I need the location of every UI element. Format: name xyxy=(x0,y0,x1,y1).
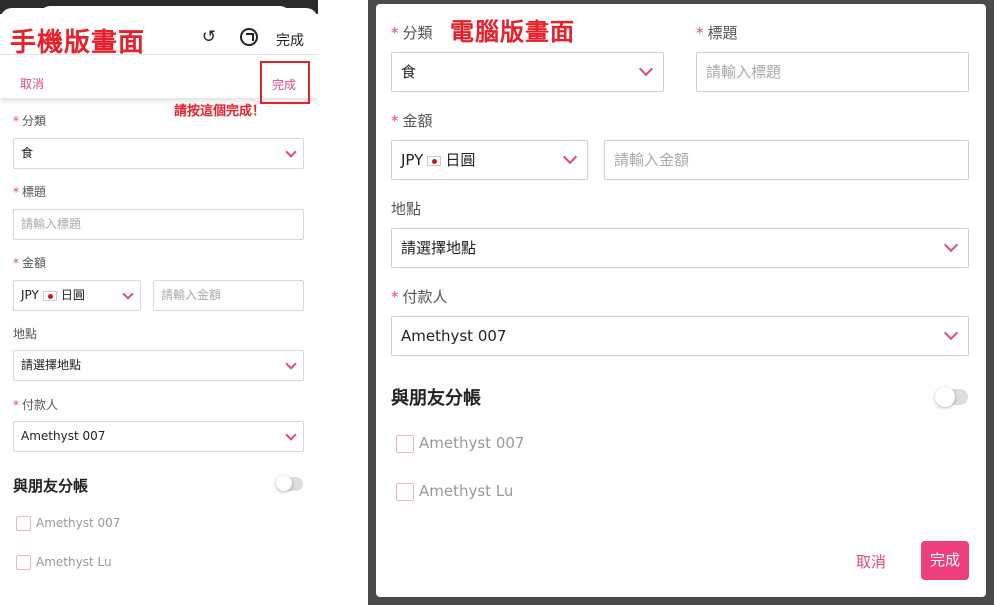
header-divider xyxy=(0,54,318,55)
payer-label: * 付款人 xyxy=(391,288,448,306)
chevron-down-icon xyxy=(122,288,134,300)
amount-label: * 金額 xyxy=(391,112,433,130)
payer-select[interactable]: Amethyst 007 xyxy=(391,316,969,356)
title-label: * 標題 xyxy=(13,185,47,199)
title-input[interactable]: 請輸入標題 xyxy=(13,209,304,240)
amount-input[interactable]: 請輸入金額 xyxy=(153,280,304,311)
chevron-down-icon xyxy=(562,149,578,165)
title-label: * 標題 xyxy=(696,24,738,42)
location-select[interactable]: 請選擇地點 xyxy=(391,228,969,268)
cancel-button[interactable]: 取消 xyxy=(856,551,886,572)
payer-select[interactable]: Amethyst 007 xyxy=(13,421,304,452)
payer-label: * 付款人 xyxy=(13,398,59,412)
title-input[interactable]: 請輸入標題 xyxy=(696,52,969,92)
compass-icon[interactable] xyxy=(240,28,258,46)
friend-checkbox[interactable] xyxy=(396,435,414,453)
amount-input[interactable]: 請輸入金額 xyxy=(604,140,969,180)
mobile-header: 手機版畫面 ↺ 完成 取消 完成 xyxy=(0,8,318,104)
japan-flag-icon xyxy=(42,290,57,301)
split-toggle[interactable] xyxy=(935,387,968,407)
separator-gap xyxy=(318,0,368,605)
chevron-down-icon xyxy=(285,358,297,370)
friend-checkbox[interactable] xyxy=(396,483,414,501)
done-highlight-box: 完成 xyxy=(260,61,310,104)
cancel-button[interactable]: 取消 xyxy=(20,75,44,92)
location-label: 地點 xyxy=(391,200,422,218)
chevron-down-icon xyxy=(285,429,297,441)
split-title: 與朋友分帳 xyxy=(13,477,89,495)
friend-label: Amethyst Lu xyxy=(36,555,112,569)
friend-checkbox[interactable] xyxy=(16,516,31,531)
top-done-button[interactable]: 完成 xyxy=(276,30,304,50)
chevron-down-icon xyxy=(943,237,959,253)
category-label: * 分類 xyxy=(13,114,47,128)
done-button[interactable]: 完成 xyxy=(272,76,296,93)
location-label: 地點 xyxy=(13,327,38,341)
currency-select[interactable]: JPY 日圓 xyxy=(13,280,141,311)
amount-label: * 金額 xyxy=(13,256,47,270)
chevron-down-icon xyxy=(285,146,297,158)
currency-select[interactable]: JPY 日圓 xyxy=(391,140,588,180)
japan-flag-icon xyxy=(427,155,442,166)
location-select[interactable]: 請選擇地點 xyxy=(13,350,304,381)
category-label: * 分類 xyxy=(391,24,433,42)
category-select[interactable]: 食 xyxy=(13,138,304,169)
friend-checkbox[interactable] xyxy=(16,555,31,570)
done-button[interactable]: 完成 xyxy=(921,541,969,580)
chevron-down-icon xyxy=(638,61,654,77)
friend-label: Amethyst 007 xyxy=(419,434,525,452)
chevron-down-icon xyxy=(943,325,959,341)
split-toggle[interactable] xyxy=(276,475,303,491)
undo-icon[interactable]: ↺ xyxy=(200,28,218,46)
friend-label: Amethyst 007 xyxy=(36,516,121,530)
hint-annotation: 請按這個完成！ xyxy=(174,104,266,119)
split-title: 與朋友分帳 xyxy=(391,388,481,409)
desktop-modal: 電腦版畫面 * 分類 食 * 標題 請輸入標題 * 金額 JPY 日圓 請輸入金額 地點… xyxy=(376,4,986,597)
desktop-banner-annotation: 電腦版畫面 xyxy=(450,18,575,46)
friend-label: Amethyst Lu xyxy=(419,482,514,500)
mobile-screen: 手機版畫面 ↺ 完成 取消 完成 請按這個完成！ * 分類 食 * 標題 請輸入標題… xyxy=(0,0,318,605)
category-select[interactable]: 食 xyxy=(391,52,664,92)
